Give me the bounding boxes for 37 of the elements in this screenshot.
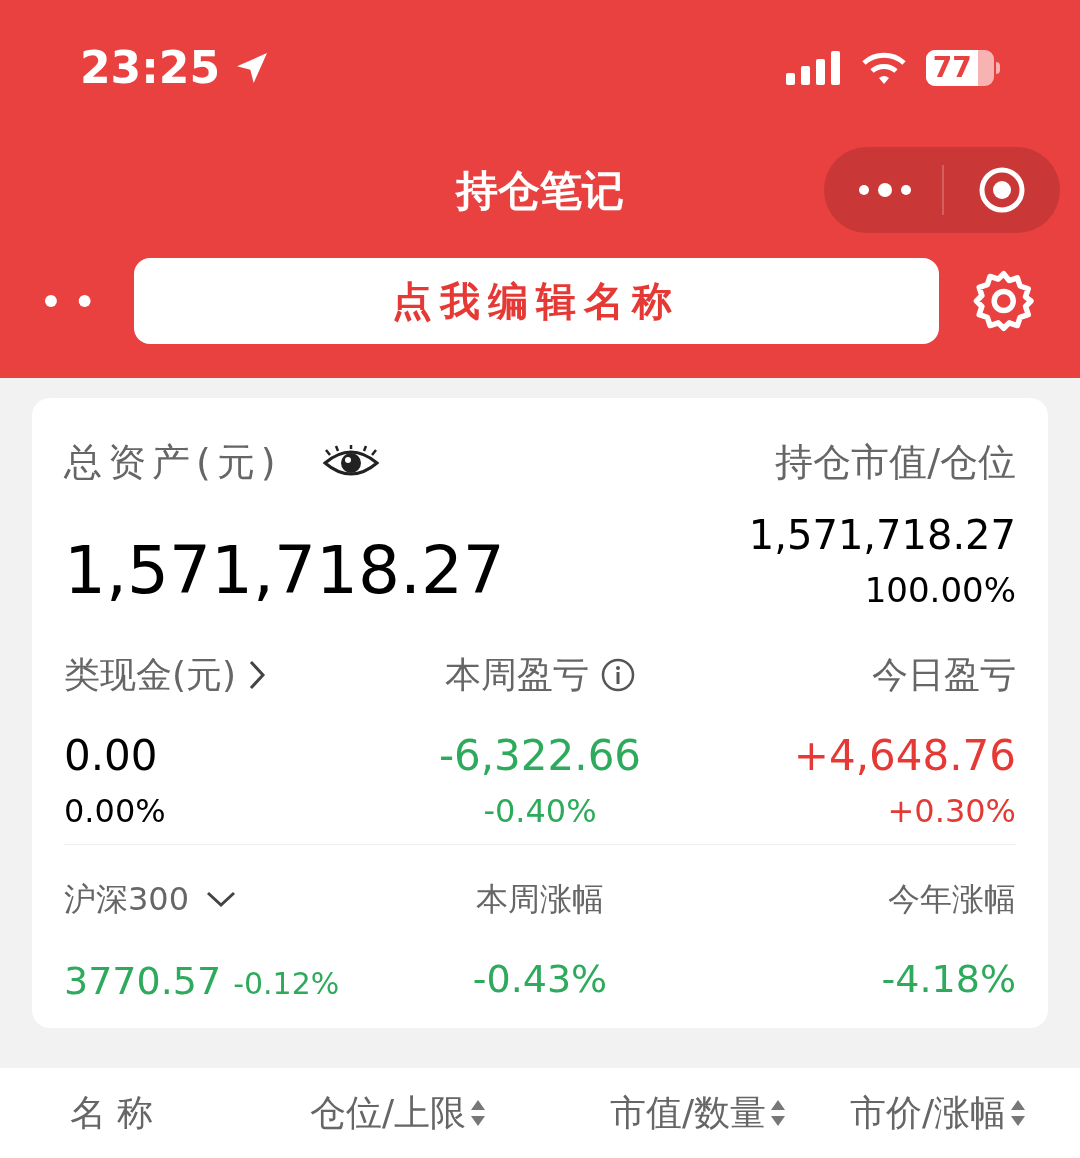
position-percent: 100.00% — [864, 569, 1016, 612]
position-value: 1,571,718.27 — [748, 511, 1016, 560]
stat-label: 本周盈亏 — [445, 653, 589, 697]
period-change: -4.18% — [881, 956, 1016, 1003]
status-time: 23:25 — [80, 41, 221, 95]
index-value: 3770.57 — [64, 958, 222, 1005]
total-assets-value: 1,571,718.27 — [64, 531, 505, 611]
chevron-down-icon[interactable] — [205, 890, 238, 908]
column-header[interactable]: 市价/涨幅 — [850, 1086, 1040, 1140]
column-header: 名 称 — [69, 1091, 155, 1135]
stat-value: 0.00 — [64, 730, 158, 782]
battery-level: 77 — [932, 54, 972, 82]
stat-percent: +0.30% — [887, 791, 1016, 832]
info-icon[interactable] — [601, 658, 635, 692]
period-label: 今年涨幅 — [888, 879, 1016, 920]
index-change: -0.12% — [233, 965, 340, 1003]
edit-name-button[interactable]: 点我编辑名称 — [133, 258, 939, 344]
stat-label[interactable]: 类现金(元) — [64, 648, 237, 702]
period-change: -0.43% — [472, 956, 608, 1003]
signal-icon — [786, 51, 842, 85]
stat-value: -6,322.66 — [438, 730, 642, 782]
more-icon[interactable] — [858, 182, 912, 198]
stat-percent: -0.40% — [483, 791, 597, 832]
index-name[interactable]: 沪深300 — [64, 875, 190, 923]
position-label: 持仓市值/仓位 — [775, 439, 1016, 486]
total-assets-label: 总资产(元) — [64, 439, 282, 486]
period-label: 本周涨幅 — [476, 879, 604, 920]
stat-value: +4,648.76 — [793, 730, 1016, 782]
column-header[interactable]: 仓位/上限 — [310, 1086, 610, 1140]
stat-percent: 0.00% — [64, 791, 166, 832]
target-icon[interactable] — [978, 166, 1026, 214]
dots-icon[interactable] — [44, 294, 92, 308]
column-header[interactable]: 市值/数量 — [610, 1086, 850, 1140]
stat-label: 今日盈亏 — [872, 653, 1016, 697]
chevron-right-icon[interactable] — [248, 659, 267, 691]
page-title: 持仓笔记 — [456, 164, 624, 217]
wifi-icon — [862, 51, 906, 85]
